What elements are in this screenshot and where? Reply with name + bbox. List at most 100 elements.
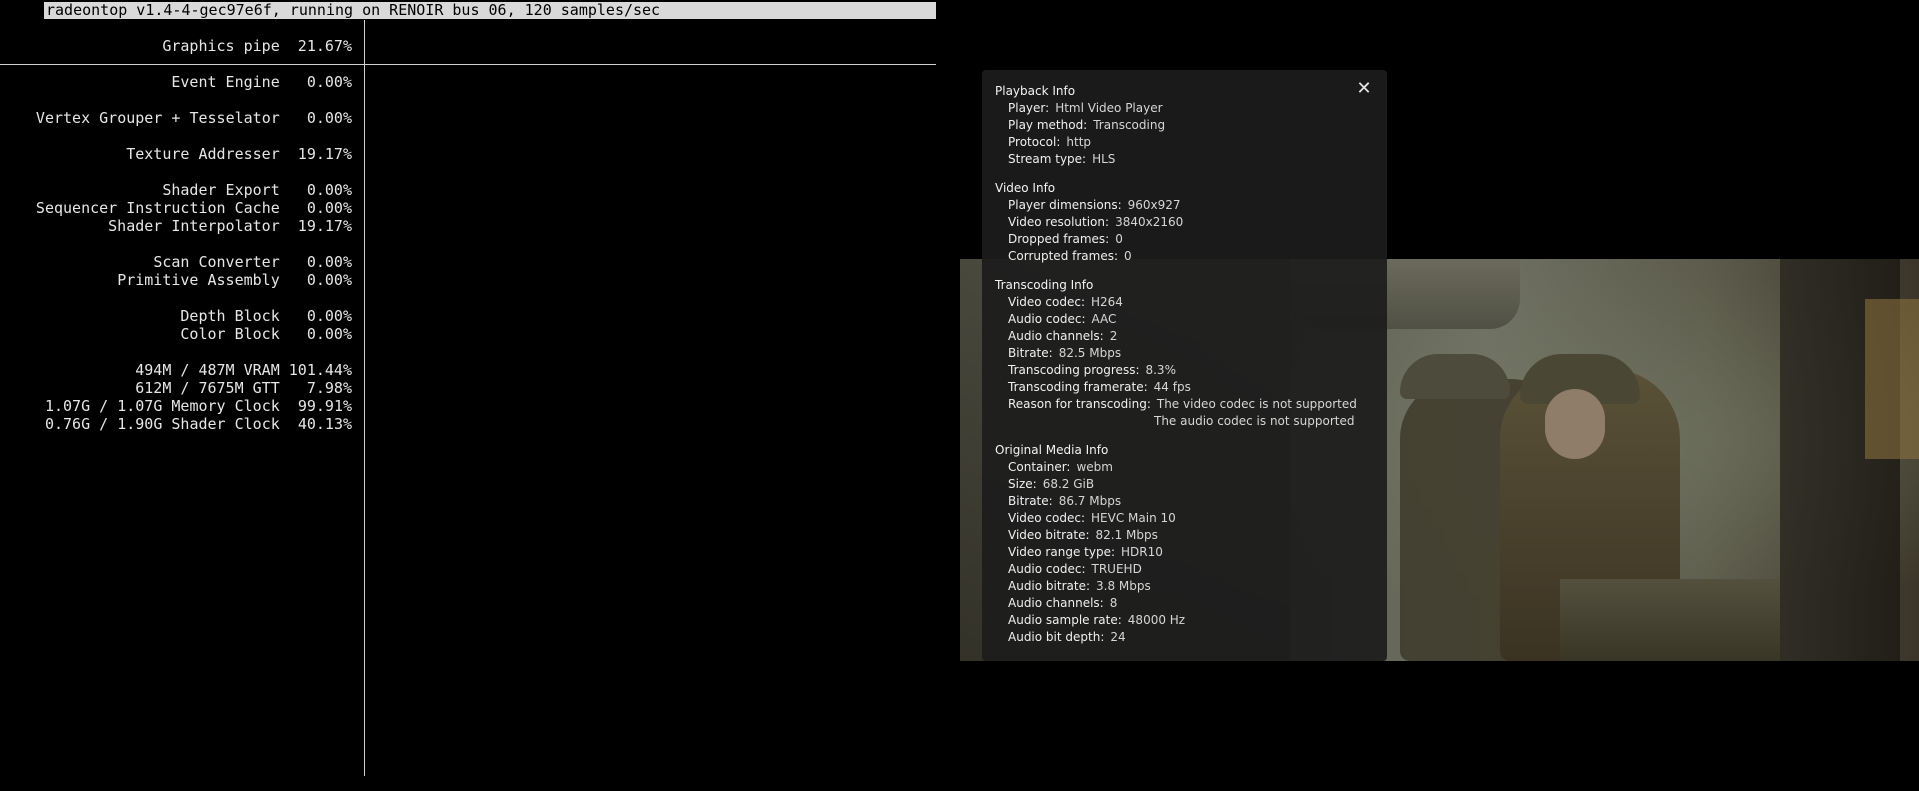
- info-label: Audio bit depth:: [1008, 630, 1105, 644]
- stat-shader-export: Shader Export 0.00%: [162, 181, 352, 199]
- info-row: Dropped frames: 0: [1008, 232, 1123, 246]
- stat-graphics-pipe: Graphics pipe 21.67%: [162, 37, 352, 55]
- info-row: Video codec: HEVC Main 10: [1008, 511, 1176, 525]
- info-row: Video range type: HDR10: [1008, 545, 1163, 559]
- info-value: HLS: [1092, 152, 1116, 166]
- info-label: Play method:: [1008, 118, 1088, 132]
- info-label: Size:: [1008, 477, 1037, 491]
- section-title-video: Video Info: [995, 181, 1056, 195]
- stat-texture-addresser: Texture Addresser 19.17%: [126, 145, 352, 163]
- info-row: Audio codec: AAC: [1008, 312, 1116, 326]
- info-value: webm: [1076, 460, 1113, 474]
- info-label: Transcoding progress:: [1008, 363, 1140, 377]
- info-value: 3840x2160: [1115, 215, 1184, 229]
- info-row: Player: Html Video Player: [1008, 101, 1163, 115]
- info-row: Video bitrate: 82.1 Mbps: [1008, 528, 1158, 542]
- info-row: Size: 68.2 GiB: [1008, 477, 1094, 491]
- info-label: Bitrate:: [1008, 346, 1053, 360]
- info-row: Video codec: H264: [1008, 295, 1123, 309]
- info-value: Html Video Player: [1055, 101, 1163, 115]
- info-label: Protocol:: [1008, 135, 1061, 149]
- info-value: 86.7 Mbps: [1058, 494, 1122, 508]
- face-front: [1545, 389, 1605, 459]
- info-label: Video range type:: [1008, 545, 1115, 559]
- info-value: 8: [1109, 596, 1118, 610]
- info-value: 960x927: [1127, 198, 1181, 212]
- info-value: 48000 Hz: [1127, 613, 1186, 627]
- stat-primitive-assembly: Primitive Assembly 0.00%: [117, 271, 352, 289]
- info-label: Audio channels:: [1008, 329, 1104, 343]
- stat-depth-block: Depth Block 0.00%: [180, 307, 352, 325]
- info-value: HDR10: [1121, 545, 1163, 559]
- info-label: Video resolution:: [1008, 215, 1110, 229]
- info-row: Transcoding framerate: 44 fps: [1008, 380, 1191, 394]
- info-row: Container: webm: [1008, 460, 1113, 474]
- info-value: 3.8 Mbps: [1096, 579, 1151, 593]
- info-value: TRUEHD: [1091, 562, 1142, 576]
- info-label: Audio sample rate:: [1008, 613, 1122, 627]
- info-label: Reason for transcoding:: [1008, 397, 1151, 411]
- info-row: Bitrate: 82.5 Mbps: [1008, 346, 1121, 360]
- info-row: Bitrate: 86.7 Mbps: [1008, 494, 1121, 508]
- info-value: HEVC Main 10: [1091, 511, 1176, 525]
- info-label: Bitrate:: [1008, 494, 1053, 508]
- info-row: Audio sample rate: 48000 Hz: [1008, 613, 1185, 627]
- info-row: Audio channels: 8: [1008, 596, 1117, 610]
- info-label: Container:: [1008, 460, 1071, 474]
- info-row: Corrupted frames: 0: [1008, 249, 1132, 263]
- info-row: Play method: Transcoding: [1008, 118, 1165, 132]
- info-value: 8.3%: [1145, 363, 1176, 377]
- info-label: Video bitrate:: [1008, 528, 1090, 542]
- stat-vram: 494M / 487M VRAM 101.44%: [135, 361, 352, 379]
- info-value: http: [1066, 135, 1092, 149]
- stat-gtt: 612M / 7675M GTT 7.98%: [135, 379, 352, 397]
- info-label: Dropped frames:: [1008, 232, 1110, 246]
- helmet-back: [1400, 354, 1510, 399]
- info-label: Audio codec:: [1008, 562, 1086, 576]
- stat-memory-clock: 1.07G / 1.07G Memory Clock 99.91%: [44, 397, 352, 415]
- info-label: Player dimensions:: [1008, 198, 1122, 212]
- info-row: Audio bitrate: 3.8 Mbps: [1008, 579, 1151, 593]
- info-label: Audio bitrate:: [1008, 579, 1090, 593]
- graph-axis-divider: [364, 20, 365, 776]
- stat-sequencer-cache: Sequencer Instruction Cache 0.00%: [35, 199, 352, 217]
- info-value: Transcoding: [1093, 118, 1166, 132]
- info-label: Transcoding framerate:: [1008, 380, 1148, 394]
- info-row: Reason for transcoding: The video codec i…: [1008, 397, 1357, 411]
- info-value: 44 fps: [1153, 380, 1191, 394]
- info-label: Corrupted frames:: [1008, 249, 1118, 263]
- trench-floor: [1560, 579, 1780, 661]
- section-title-original: Original Media Info: [995, 443, 1109, 457]
- section-title-playback: Playback Info: [995, 84, 1076, 98]
- info-value: 2: [1109, 329, 1118, 343]
- info-label: Audio codec:: [1008, 312, 1086, 326]
- info-row: Video resolution: 3840x2160: [1008, 215, 1183, 229]
- info-value: 0: [1115, 232, 1123, 246]
- radeontop-terminal: radeontop v1.4-4-gec97e6f, running on RE…: [0, 0, 940, 791]
- info-row: Protocol: http: [1008, 135, 1091, 149]
- stat-shader-clock: 0.76G / 1.90G Shader Clock 40.13%: [44, 415, 352, 433]
- stat-shader-interpolator: Shader Interpolator 19.17%: [108, 217, 352, 235]
- terminal-title-bar: radeontop v1.4-4-gec97e6f, running on RE…: [44, 2, 936, 19]
- info-value-continued: The audio codec is not supported: [1154, 414, 1355, 428]
- info-value: 82.5 Mbps: [1058, 346, 1122, 360]
- stat-scan-converter: Scan Converter 0.00%: [153, 253, 352, 271]
- info-row: Audio channels: 2: [1008, 329, 1117, 343]
- info-row: Player dimensions: 960x927: [1008, 198, 1181, 212]
- stat-event-engine: Event Engine 0.00%: [171, 73, 352, 91]
- playback-info-panel: ✕ Playback Info Player: Html Video Player…: [982, 70, 1387, 661]
- graph-baseline: [0, 64, 936, 65]
- stat-color-block: Color Block 0.00%: [180, 325, 352, 343]
- info-label: Player:: [1008, 101, 1050, 115]
- info-value: The video codec is not supported: [1156, 397, 1357, 411]
- info-label: Audio channels:: [1008, 596, 1104, 610]
- close-icon[interactable]: ✕: [1353, 78, 1375, 100]
- info-row: Audio codec: TRUEHD: [1008, 562, 1142, 576]
- info-value: 0: [1124, 249, 1132, 263]
- section-title-transcoding: Transcoding Info: [995, 278, 1094, 292]
- info-label: Video codec:: [1008, 511, 1086, 525]
- sandbag-right: [1865, 299, 1919, 459]
- stat-vertex-grouper: Vertex Grouper + Tesselator 0.00%: [35, 109, 352, 127]
- info-value: 82.1 Mbps: [1095, 528, 1158, 542]
- info-value: H264: [1091, 295, 1123, 309]
